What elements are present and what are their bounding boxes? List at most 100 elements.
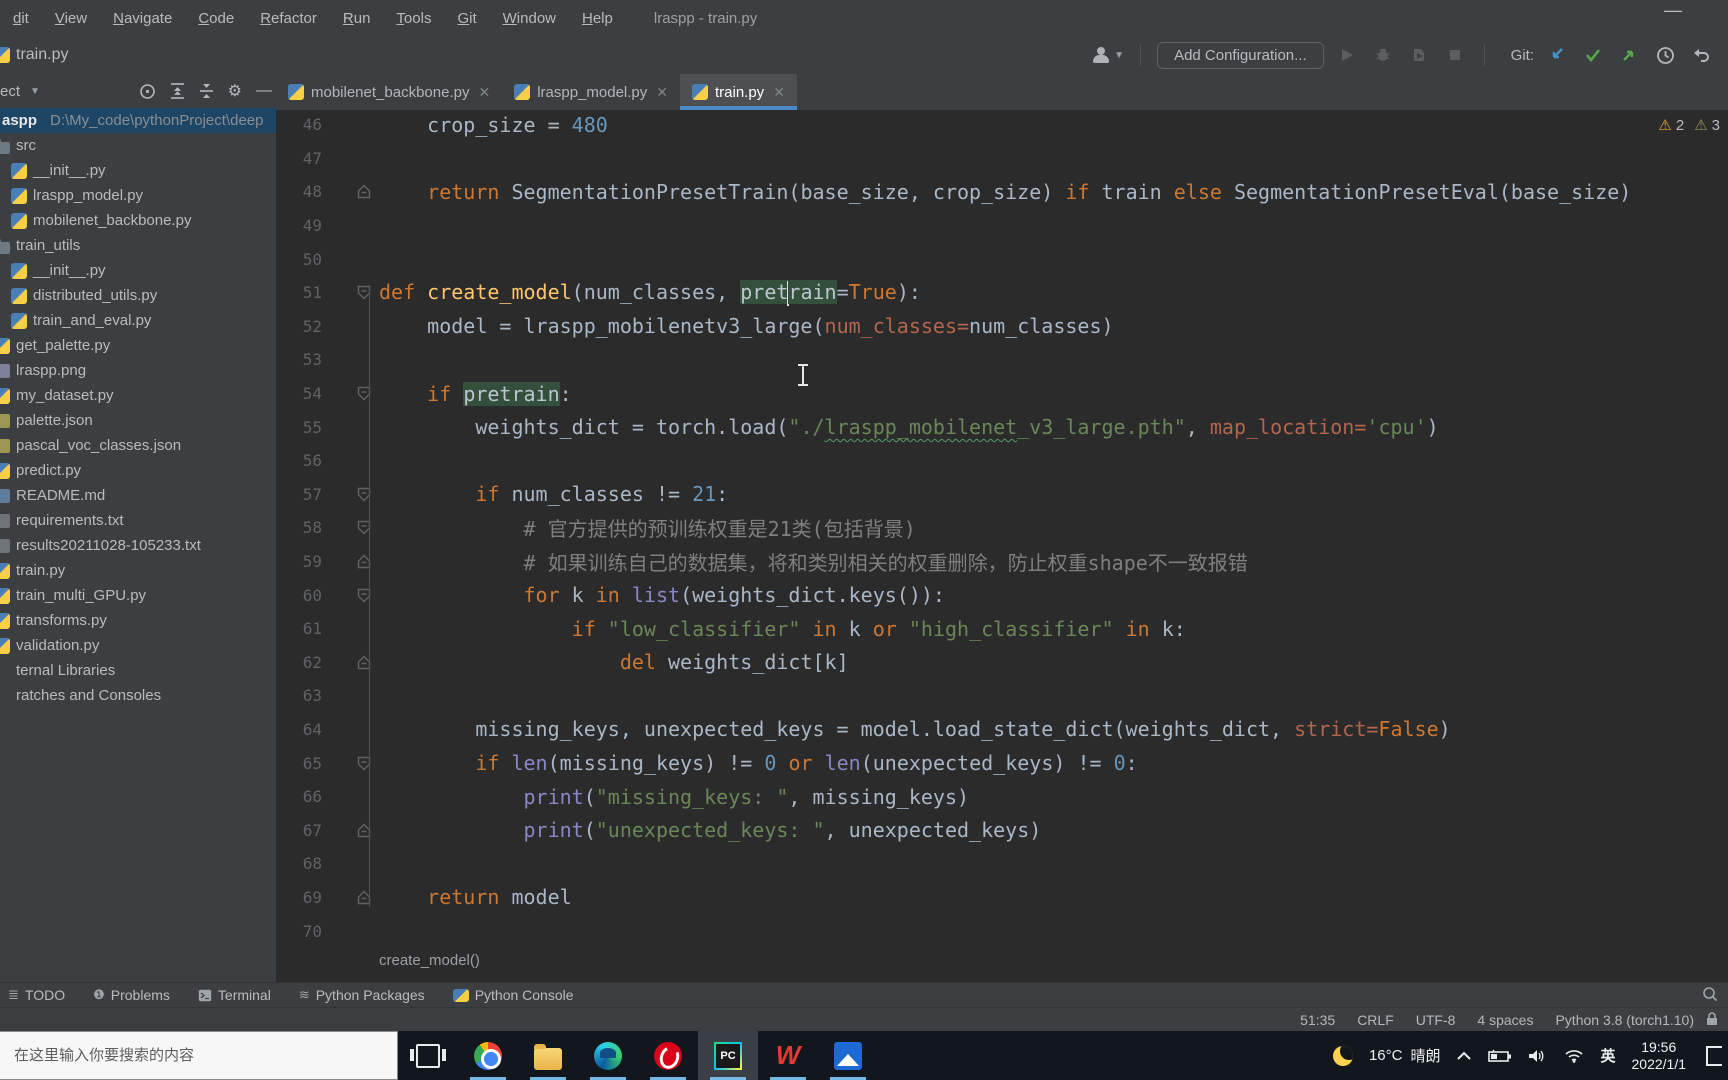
code-area[interactable]: 46 crop_size = 480 47 48 return Segmentati… bbox=[276, 108, 1728, 984]
tree-item-palette.json[interactable]: palette.json bbox=[0, 408, 276, 433]
toolwindow-python-console[interactable]: Python Console bbox=[452, 987, 574, 1003]
tab-train.py[interactable]: train.py ✕ bbox=[679, 74, 797, 110]
taskbar-app-photos[interactable] bbox=[818, 1031, 878, 1080]
battery-icon[interactable] bbox=[1488, 1049, 1512, 1063]
tab-lraspp_model.py[interactable]: lraspp_model.py ✕ bbox=[502, 74, 680, 110]
fold-marker-icon[interactable] bbox=[322, 487, 379, 502]
code-line-48[interactable]: 48 return SegmentationPresetTrain(base_s… bbox=[276, 175, 1728, 209]
code-line-49[interactable]: 49 bbox=[276, 209, 1728, 243]
status-file-encoding[interactable]: UTF-8 bbox=[1416, 1012, 1456, 1028]
code-line-59[interactable]: 59 # 如果训练自己的数据集，将和类别相关的权重删除，防止权重shape不一致… bbox=[276, 545, 1728, 579]
stop-icon[interactable] bbox=[1442, 42, 1468, 68]
tree-item-pascal_voc_classes.json[interactable]: pascal_voc_classes.json bbox=[0, 433, 276, 458]
code-line-54[interactable]: 54 if pretrain: bbox=[276, 377, 1728, 411]
fold-marker-icon[interactable] bbox=[322, 520, 379, 535]
code-line-47[interactable]: 47 bbox=[276, 142, 1728, 176]
breadcrumb[interactable]: train.py bbox=[0, 46, 68, 64]
menu-tools[interactable]: Tools bbox=[383, 10, 444, 27]
status-line-ending[interactable]: CRLF bbox=[1357, 1012, 1394, 1028]
code-line-70[interactable]: 70 bbox=[276, 914, 1728, 948]
expand-all-icon[interactable] bbox=[170, 83, 185, 99]
tree-item-ternal-libraries[interactable]: ternal Libraries bbox=[0, 658, 276, 683]
tree-item-validation.py[interactable]: validation.py bbox=[0, 633, 276, 658]
status-indent-style[interactable]: 4 spaces bbox=[1477, 1012, 1533, 1028]
add-configuration-button[interactable]: Add Configuration... bbox=[1157, 41, 1324, 69]
close-icon[interactable]: ✕ bbox=[656, 84, 668, 101]
code-line-50[interactable]: 50 bbox=[276, 242, 1728, 276]
code-line-63[interactable]: 63 bbox=[276, 679, 1728, 713]
taskbar-app-explorer[interactable] bbox=[518, 1031, 578, 1080]
menu-git[interactable]: Git bbox=[444, 10, 489, 27]
code-line-46[interactable]: 46 crop_size = 480 bbox=[276, 108, 1728, 142]
code-line-51[interactable]: 51 def create_model(num_classes, pretrain… bbox=[276, 276, 1728, 310]
code-line-58[interactable]: 58 # 官方提供的预训练权重是21类(包括背景) bbox=[276, 511, 1728, 545]
code-line-53[interactable]: 53 bbox=[276, 343, 1728, 377]
collapse-all-icon[interactable] bbox=[199, 83, 214, 99]
locate-file-icon[interactable] bbox=[139, 83, 156, 100]
code-line-65[interactable]: 65 if len(missing_keys) != 0 or len(unex… bbox=[276, 746, 1728, 780]
menu-dit[interactable]: dit bbox=[0, 10, 42, 27]
tab-mobilenet_backbone.py[interactable]: mobilenet_backbone.py ✕ bbox=[276, 74, 502, 110]
fold-marker-icon[interactable] bbox=[322, 890, 379, 905]
inspections-widget[interactable]: ⚠ 2 ⚠ 3 bbox=[1658, 116, 1720, 135]
taskbar-app-wps[interactable]: W bbox=[758, 1031, 818, 1080]
weather-temp[interactable]: 16°C bbox=[1369, 1047, 1403, 1064]
rollback-icon[interactable] bbox=[1688, 42, 1714, 68]
warning-indicator[interactable]: ⚠ 3 bbox=[1694, 116, 1720, 135]
taskbar-app-pycharm[interactable]: PC bbox=[698, 1031, 758, 1080]
fold-marker-icon[interactable] bbox=[322, 756, 379, 771]
tree-item-lraspp.png[interactable]: lraspp.png bbox=[0, 358, 276, 383]
volume-icon[interactable] bbox=[1528, 1048, 1548, 1064]
network-icon[interactable] bbox=[1564, 1048, 1584, 1063]
menu-view[interactable]: View bbox=[42, 10, 100, 27]
tree-item-results20211028-105233.txt[interactable]: results20211028-105233.txt bbox=[0, 533, 276, 558]
lock-icon[interactable] bbox=[1706, 1012, 1718, 1031]
menu-refactor[interactable]: Refactor bbox=[247, 10, 330, 27]
status-python-interpreter[interactable]: Python 3.8 (torch1.10) bbox=[1555, 1012, 1694, 1028]
tree-item-train_multi_gpu.py[interactable]: train_multi_GPU.py bbox=[0, 583, 276, 608]
tree-item-train.py[interactable]: train.py bbox=[0, 558, 276, 583]
history-icon[interactable] bbox=[1652, 42, 1678, 68]
fold-marker-icon[interactable] bbox=[322, 823, 379, 838]
code-line-61[interactable]: 61 if "low_classifier" in k or "high_cla… bbox=[276, 612, 1728, 646]
close-icon[interactable]: ✕ bbox=[478, 84, 490, 101]
code-line-52[interactable]: 52 model = lraspp_mobilenetv3_large(num_… bbox=[276, 310, 1728, 344]
tree-item-__init__.py[interactable]: __init__.py bbox=[0, 258, 276, 283]
code-line-69[interactable]: 69 return model bbox=[276, 881, 1728, 915]
git-commit-icon[interactable] bbox=[1580, 42, 1606, 68]
code-line-55[interactable]: 55 weights_dict = torch.load("./lraspp_m… bbox=[276, 410, 1728, 444]
minimize-button[interactable]: — bbox=[1658, 0, 1688, 21]
tree-item-mobilenet_backbone.py[interactable]: mobilenet_backbone.py bbox=[0, 208, 276, 233]
taskbar-app-task-view[interactable] bbox=[398, 1031, 458, 1080]
project-view-selector[interactable]: ect bbox=[0, 83, 20, 100]
hide-panel-icon[interactable]: — bbox=[256, 82, 272, 100]
code-line-57[interactable]: 57 if num_classes != 21: bbox=[276, 478, 1728, 512]
menu-run[interactable]: Run bbox=[330, 10, 384, 27]
code-line-66[interactable]: 66 print("missing_keys: ", missing_keys) bbox=[276, 780, 1728, 814]
tree-item-__init__.py[interactable]: __init__.py bbox=[0, 158, 276, 183]
code-line-60[interactable]: 60 for k in list(weights_dict.keys()): bbox=[276, 578, 1728, 612]
fold-marker-icon[interactable] bbox=[322, 588, 379, 603]
menu-code[interactable]: Code bbox=[185, 10, 247, 27]
profile-menu[interactable]: ▼ bbox=[1092, 47, 1124, 63]
tree-item-my_dataset.py[interactable]: my_dataset.py bbox=[0, 383, 276, 408]
code-line-56[interactable]: 56 bbox=[276, 444, 1728, 478]
debug-icon[interactable] bbox=[1370, 42, 1396, 68]
menu-window[interactable]: Window bbox=[490, 10, 569, 27]
taskbar-app-edge[interactable] bbox=[578, 1031, 638, 1080]
taskbar-clock[interactable]: 19:56 2022/1/1 bbox=[1632, 1039, 1687, 1073]
settings-gear-icon[interactable]: ⚙ bbox=[228, 81, 242, 101]
coverage-icon[interactable] bbox=[1406, 42, 1432, 68]
search-icon[interactable] bbox=[1702, 986, 1718, 1005]
warning-indicator[interactable]: ⚠ 2 bbox=[1658, 116, 1684, 135]
menu-navigate[interactable]: Navigate bbox=[100, 10, 185, 27]
notification-center-icon[interactable] bbox=[1706, 1045, 1722, 1066]
code-line-62[interactable]: 62 del weights_dict[k] bbox=[276, 646, 1728, 680]
status-caret-position[interactable]: 51:35 bbox=[1300, 1012, 1335, 1028]
run-icon[interactable] bbox=[1334, 42, 1360, 68]
weather-desc[interactable]: 晴朗 bbox=[1410, 1045, 1440, 1066]
tree-item-src[interactable]: src bbox=[0, 133, 276, 158]
fold-marker-icon[interactable] bbox=[322, 386, 379, 401]
toolwindow-terminal[interactable]: Terminal bbox=[198, 987, 271, 1003]
toolwindow-todo[interactable]: ≣ TODO bbox=[8, 987, 65, 1003]
